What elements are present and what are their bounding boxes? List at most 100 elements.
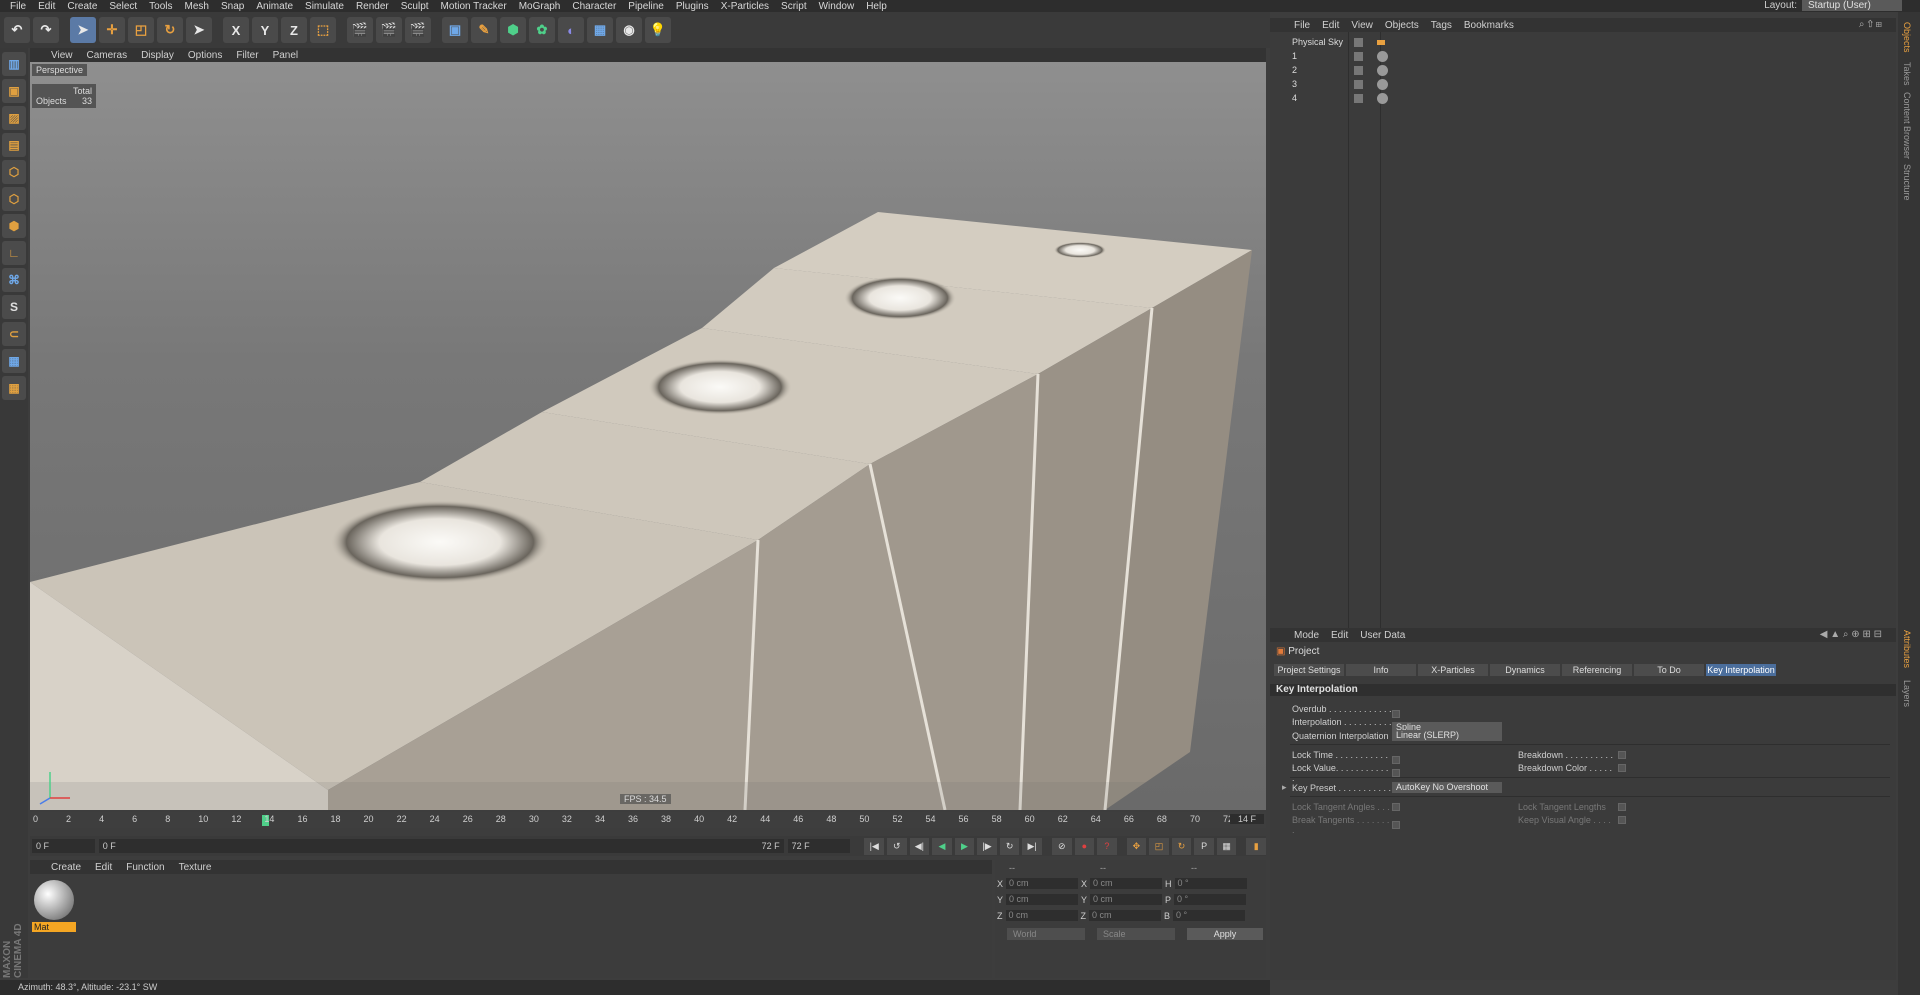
camera-icon[interactable]: ◉	[616, 17, 642, 43]
menu-mesh[interactable]: Mesh	[179, 1, 215, 12]
menu-create[interactable]: Create	[61, 1, 103, 12]
end-frame-field[interactable]: 72 F	[787, 839, 851, 853]
render-view-icon[interactable]: 🎬	[347, 17, 373, 43]
breakdown-checkbox[interactable]	[1618, 751, 1626, 759]
object-menu-objects[interactable]: Objects	[1379, 20, 1425, 31]
key-pla-icon[interactable]: ▦	[1216, 837, 1237, 855]
goto-end-icon[interactable]: ▶|	[1022, 837, 1042, 855]
keep-visual-angle-checkbox[interactable]	[1618, 816, 1626, 824]
workplane-icon[interactable]: ▤	[2, 133, 26, 157]
viewport-menu-options[interactable]: Options	[181, 50, 229, 61]
object-name[interactable]: 4	[1270, 93, 1350, 103]
layout-dropdown[interactable]: Startup (User)	[1802, 0, 1902, 11]
viewport-camera-label[interactable]: Perspective	[32, 64, 88, 76]
material-menu-create[interactable]: Create	[44, 862, 88, 873]
polygons-mode-icon[interactable]: ⬢	[2, 214, 26, 238]
object-row-1[interactable]: 1	[1270, 49, 1896, 63]
object-menu-view[interactable]: View	[1345, 20, 1379, 31]
menu-animate[interactable]: Animate	[250, 1, 299, 12]
size-x-field[interactable]: 0 cm	[1090, 878, 1163, 889]
position-x-field[interactable]: 0 cm	[1006, 878, 1079, 889]
attr-nav-icons[interactable]: ◀ ▲ ⌕ ⊕ ⊞ ⊟	[1820, 629, 1882, 640]
material-tag-icon[interactable]	[1377, 92, 1388, 104]
model-mode-icon[interactable]: ▣	[2, 79, 26, 103]
material-tag-icon[interactable]	[1377, 78, 1388, 90]
breakdown-color-checkbox[interactable]	[1618, 764, 1626, 772]
undo-icon[interactable]: ↶	[4, 17, 30, 43]
current-frame-field[interactable]: 14 F	[1229, 814, 1264, 824]
visibility-check[interactable]	[1354, 93, 1363, 103]
planar-workplane-icon[interactable]: ▦	[2, 376, 26, 400]
tweak-mode-icon[interactable]: ⌘	[2, 268, 26, 292]
cube-icon[interactable]: ▣	[442, 17, 468, 43]
attr-menu-user-data[interactable]: User Data	[1354, 630, 1411, 641]
menu-file[interactable]: File	[4, 1, 32, 12]
snap-icon[interactable]: S	[2, 295, 26, 319]
tab-content-browser[interactable]: Content Browser	[1902, 92, 1912, 159]
select-tool-icon[interactable]: ➤	[70, 17, 96, 43]
object-menu-bookmarks[interactable]: Bookmarks	[1458, 20, 1520, 31]
quaternion-dropdown[interactable]: Linear (SLERP)	[1392, 730, 1502, 741]
visibility-check[interactable]	[1354, 79, 1363, 89]
floor-icon[interactable]: ▦	[587, 17, 613, 43]
tab-structure[interactable]: Structure	[1902, 164, 1912, 201]
play-backward-icon[interactable]: ◀	[932, 837, 952, 855]
object-menu-edit[interactable]: Edit	[1316, 20, 1345, 31]
object-row-physical-sky[interactable]: Physical Sky	[1270, 35, 1896, 49]
visibility-check[interactable]	[1354, 37, 1363, 47]
position-z-field[interactable]: 0 cm	[1005, 910, 1078, 921]
object-name[interactable]: 2	[1270, 65, 1350, 75]
position-y-field[interactable]: 0 cm	[1006, 894, 1079, 905]
key-position-icon[interactable]: ✥	[1126, 837, 1147, 855]
menu-edit[interactable]: Edit	[32, 1, 61, 12]
coordinate-mode-dropdown[interactable]: Scale	[1097, 928, 1175, 940]
tab-x-particles[interactable]: X-Particles	[1418, 664, 1488, 676]
menu-mograph[interactable]: MoGraph	[513, 1, 567, 12]
z-axis-lock[interactable]: Z	[281, 17, 307, 43]
material-tag-icon[interactable]	[1377, 64, 1388, 76]
redo-icon[interactable]: ↷	[33, 17, 59, 43]
render-picture-viewer-icon[interactable]: 🎬	[376, 17, 402, 43]
key-preset-dropdown[interactable]: AutoKey No Overshoot	[1392, 782, 1502, 793]
object-menu-tags[interactable]: Tags	[1425, 20, 1458, 31]
tab-objects[interactable]: Objects	[1902, 22, 1912, 53]
viewport-menu-view[interactable]: View	[44, 50, 80, 61]
next-frame-icon[interactable]: |▶	[977, 837, 997, 855]
tab-attributes[interactable]: Attributes	[1902, 630, 1912, 668]
x-axis-lock[interactable]: X	[223, 17, 249, 43]
prev-frame-icon[interactable]: ◀|	[909, 837, 930, 855]
attr-menu-mode[interactable]: Mode	[1288, 630, 1325, 641]
menu-pipeline[interactable]: Pipeline	[622, 1, 670, 12]
autokey-icon[interactable]: ●	[1074, 837, 1095, 855]
recent-tool-icon[interactable]: ➤	[186, 17, 212, 43]
menu-sculpt[interactable]: Sculpt	[395, 1, 435, 12]
object-name[interactable]: 3	[1270, 79, 1350, 89]
rotation-b-field[interactable]: 0 °	[1173, 910, 1246, 921]
goto-prev-key-icon[interactable]: ↺	[887, 837, 907, 855]
key-scale-icon[interactable]: ◰	[1149, 837, 1169, 855]
material-menu-function[interactable]: Function	[119, 862, 171, 873]
light-icon[interactable]: 💡	[645, 17, 671, 43]
tab-referencing[interactable]: Referencing	[1562, 664, 1632, 676]
apply-button[interactable]: Apply	[1187, 928, 1263, 940]
menu-snap[interactable]: Snap	[215, 1, 250, 12]
scale-tool-icon[interactable]: ◰	[128, 17, 154, 43]
tab-dynamics[interactable]: Dynamics	[1490, 664, 1560, 676]
menu-plugins[interactable]: Plugins	[670, 1, 715, 12]
menu-x-particles[interactable]: X-Particles	[715, 1, 775, 12]
visibility-check[interactable]	[1354, 65, 1363, 75]
menu-select[interactable]: Select	[103, 1, 143, 12]
pen-spline-icon[interactable]: ✎	[471, 17, 497, 43]
points-mode-icon[interactable]: ⬡	[2, 160, 26, 184]
record-keys-icon[interactable]: ⊘	[1051, 837, 1072, 855]
key-parameter-icon[interactable]: P	[1194, 837, 1214, 855]
tab-key-interpolation[interactable]: Key Interpolation	[1706, 664, 1776, 676]
menu-character[interactable]: Character	[566, 1, 622, 12]
cloner-icon[interactable]: ✿	[529, 17, 555, 43]
material-name[interactable]: Mat	[32, 922, 76, 932]
menu-script[interactable]: Script	[775, 1, 813, 12]
object-name[interactable]: Physical Sky	[1270, 37, 1350, 47]
viewport-menu-cameras[interactable]: Cameras	[80, 50, 135, 61]
texture-mode-icon[interactable]: ▨	[2, 106, 26, 130]
object-search-icon[interactable]: ⌕ ⇧ ⊞	[1859, 19, 1882, 30]
